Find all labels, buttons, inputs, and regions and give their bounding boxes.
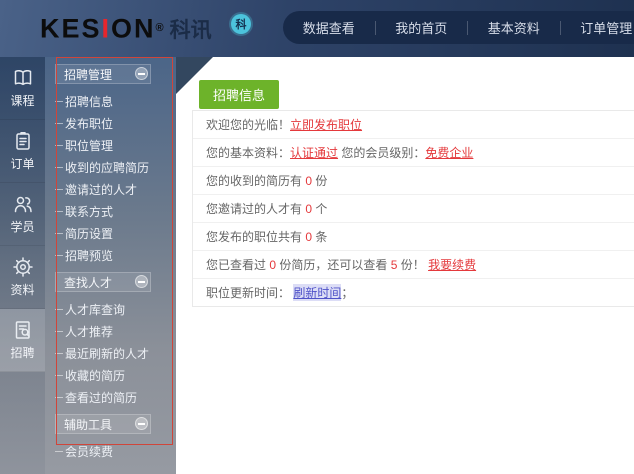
nav-my-home[interactable]: 我的首页 bbox=[376, 18, 468, 37]
brand-logo-text: KESION bbox=[40, 13, 156, 43]
gear-icon bbox=[12, 256, 34, 278]
minus-icon[interactable] bbox=[135, 275, 148, 288]
info-row: 您已查看过 0 份简历，还可以查看 5 份！ 我要续费 bbox=[193, 251, 634, 279]
app-header: KESION® 科讯 科 数据查看 我的首页 基本资料 订单管理 bbox=[0, 0, 634, 57]
nav-order-management[interactable]: 订单管理 bbox=[561, 18, 634, 37]
menu-item-contact-info[interactable]: 联系方式 bbox=[45, 200, 176, 222]
info-text: 0 bbox=[269, 257, 277, 272]
menu-item-recruit-preview[interactable]: 招聘预览 bbox=[45, 244, 176, 266]
brand-badge-icon[interactable]: 科 bbox=[231, 14, 251, 34]
menu-item-member-renewal[interactable]: 会员续费 bbox=[45, 440, 176, 462]
users-icon bbox=[12, 193, 34, 215]
brand-logo: KESION® 科讯 bbox=[40, 11, 212, 50]
minus-icon[interactable] bbox=[135, 417, 148, 430]
info-text: 条 bbox=[312, 230, 328, 244]
info-row: 您的基本资料： 认证通过 您的会员级别： 免费企业 bbox=[193, 139, 634, 167]
info-row: 欢迎您的光临！ 立即发布职位 bbox=[193, 111, 634, 139]
rail-item-label: 学员 bbox=[10, 220, 35, 234]
refresh-time-link[interactable]: 刷新时间 bbox=[293, 284, 342, 301]
module-rail: 课程订单学员资料招聘 bbox=[0, 57, 45, 474]
info-text: 您已查看过 bbox=[206, 258, 270, 272]
renew-membership-link[interactable]: 我要续费 bbox=[428, 256, 476, 273]
info-row: 职位更新时间： 刷新时间； bbox=[193, 279, 634, 306]
info-row: 您发布的职位共有 0 条 bbox=[193, 223, 634, 251]
info-text: 0 bbox=[305, 201, 313, 216]
cert-status-link[interactable]: 认证通过 bbox=[290, 144, 338, 161]
nav-data-view[interactable]: 数据查看 bbox=[283, 18, 375, 37]
doc-search-icon bbox=[12, 319, 34, 341]
registered-mark-icon: ® bbox=[155, 22, 164, 34]
menu-item-job-management[interactable]: 职位管理 bbox=[45, 134, 176, 156]
menu-section-items: 招聘信息 发布职位 职位管理 收到的应聘简历 邀请过的人才 联系方式 简历设置 招聘预览 bbox=[45, 90, 176, 266]
info-text: 您发布的职位共有 bbox=[206, 230, 306, 244]
info-text: 您的收到的简历有 bbox=[206, 174, 306, 188]
info-text: 个 bbox=[312, 202, 328, 216]
info-text: 0 bbox=[305, 229, 313, 244]
menu-section-items: 会员续费 bbox=[45, 440, 176, 462]
top-nav: 数据查看 我的首页 基本资料 订单管理 bbox=[283, 11, 634, 44]
clipboard-icon bbox=[12, 130, 34, 152]
menu-section-find-talents[interactable]: 查找人才 bbox=[55, 272, 151, 292]
menu-section-title: 查找人才 bbox=[64, 275, 113, 290]
info-text: 您的基本资料： bbox=[206, 146, 291, 160]
menu-section-title: 招聘管理 bbox=[64, 67, 113, 82]
rail-item-students[interactable]: 学员 bbox=[0, 183, 45, 246]
menu-item-invited-talents[interactable]: 邀请过的人才 bbox=[45, 178, 176, 200]
minus-icon[interactable] bbox=[135, 67, 148, 80]
info-text: 欢迎您的光临！ bbox=[206, 118, 291, 132]
menu-section-title: 辅助工具 bbox=[64, 417, 113, 432]
info-text: 您的会员级别： bbox=[338, 146, 426, 160]
rail-item-label: 课程 bbox=[10, 94, 35, 108]
brand-logo-cn: 科讯 bbox=[169, 19, 212, 43]
menu-item-publish-job[interactable]: 发布职位 bbox=[45, 112, 176, 134]
menu-section-auxiliary-tools[interactable]: 辅助工具 bbox=[55, 414, 151, 434]
info-text: 份 bbox=[312, 174, 328, 188]
logo-on: ON bbox=[111, 13, 156, 44]
info-text: ； bbox=[341, 286, 354, 300]
book-icon bbox=[12, 67, 34, 89]
menu-item-received-resumes[interactable]: 收到的应聘简历 bbox=[45, 156, 176, 178]
info-text: 份！ bbox=[397, 258, 429, 272]
panel-title-button[interactable]: 招聘信息 bbox=[199, 80, 280, 109]
info-text: 0 bbox=[305, 173, 313, 188]
rail-item-profile[interactable]: 资料 bbox=[0, 246, 45, 309]
menu-section-recruit-management[interactable]: 招聘管理 bbox=[55, 64, 151, 84]
logo-kes: KES bbox=[40, 13, 102, 44]
info-text: 份简历，还可以查看 bbox=[276, 258, 391, 272]
side-menu: 招聘管理招聘信息 发布职位 职位管理 收到的应聘简历 邀请过的人才 联系方式 简历设置 招聘预… bbox=[45, 57, 176, 474]
menu-item-recruit-info[interactable]: 招聘信息 bbox=[45, 90, 176, 112]
rail-item-label: 订单 bbox=[10, 157, 35, 171]
nav-basic-info[interactable]: 基本资料 bbox=[468, 18, 560, 37]
info-row: 您的收到的简历有 0 份 bbox=[193, 167, 634, 195]
logo-i: I bbox=[101, 13, 112, 44]
menu-item-talent-recommend[interactable]: 人才推荐 bbox=[45, 320, 176, 342]
main-content: 招聘信息 欢迎您的光临！ 立即发布职位 您的基本资料： 认证通过 您的会员级别： 免费企… bbox=[176, 57, 634, 474]
info-text: 5 bbox=[390, 257, 398, 272]
info-text: 您邀请过的人才有 bbox=[206, 202, 306, 216]
rail-item-orders[interactable]: 订单 bbox=[0, 120, 45, 183]
menu-item-recently-refreshed[interactable]: 最近刷新的人才 bbox=[45, 342, 176, 364]
menu-section-items: 人才库查询 人才推荐 最近刷新的人才 收藏的简历 查看过的简历 bbox=[45, 298, 176, 408]
rail-item-label: 招聘 bbox=[10, 346, 35, 360]
rail-item-label: 资料 bbox=[10, 283, 35, 297]
info-list: 欢迎您的光临！ 立即发布职位 您的基本资料： 认证通过 您的会员级别： 免费企业 您的收到… bbox=[192, 110, 634, 307]
rail-item-recruit[interactable]: 招聘 bbox=[0, 309, 45, 372]
screen: KESION® 科讯 科 数据查看 我的首页 基本资料 订单管理 课程 订单 学员 资料 招聘 … bbox=[0, 0, 634, 474]
menu-item-viewed-resumes[interactable]: 查看过的简历 bbox=[45, 386, 176, 408]
info-row: 您邀请过的人才有 0 个 bbox=[193, 195, 634, 223]
publish-job-now-link[interactable]: 立即发布职位 bbox=[290, 116, 362, 133]
member-level-link[interactable]: 免费企业 bbox=[425, 144, 473, 161]
menu-item-resume-settings[interactable]: 简历设置 bbox=[45, 222, 176, 244]
menu-item-favorite-resumes[interactable]: 收藏的简历 bbox=[45, 364, 176, 386]
info-text: 职位更新时间： bbox=[206, 286, 294, 300]
menu-item-talent-pool-search[interactable]: 人才库查询 bbox=[45, 298, 176, 320]
rail-item-courses[interactable]: 课程 bbox=[0, 57, 45, 120]
